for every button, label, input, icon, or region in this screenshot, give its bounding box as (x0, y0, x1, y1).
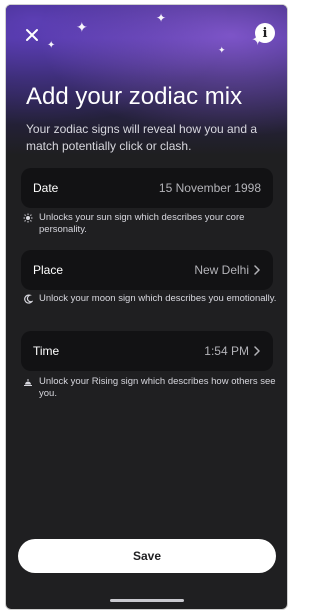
place-value: New Delhi (194, 263, 249, 277)
time-row[interactable]: Time 1:54 PM (21, 331, 273, 371)
sun-sign-note: Unlocks your sun sign which describes yo… (23, 212, 278, 236)
rising-sign-note: Unlock your Rising sign which describes … (23, 376, 278, 400)
page-subtitle: Your zodiac signs will reveal how you an… (26, 122, 258, 153)
place-value-wrap: New Delhi (194, 263, 261, 277)
rising-sign-text: Unlock your Rising sign which describes … (39, 376, 276, 399)
moon-sign-text: Unlock your moon sign which describes yo… (39, 293, 277, 304)
info-icon: i (262, 25, 268, 41)
place-row[interactable]: Place New Delhi (21, 250, 273, 290)
sparkle-icon: ✦ (76, 19, 88, 35)
date-row[interactable]: Date 15 November 1998 (21, 168, 273, 208)
time-value-wrap: 1:54 PM (204, 344, 261, 358)
time-label: Time (33, 344, 60, 358)
sunrise-icon (24, 379, 32, 386)
close-icon (26, 29, 38, 41)
close-button[interactable] (20, 23, 44, 47)
date-label: Date (33, 181, 59, 195)
sun-icon (23, 213, 33, 223)
home-indicator (109, 599, 184, 602)
sparkle-icon: ✦ (218, 45, 226, 55)
info-button[interactable]: i (255, 23, 275, 43)
sun-sign-text: Unlocks your sun sign which describes yo… (39, 212, 245, 235)
page-title: Add your zodiac mix (26, 83, 243, 110)
place-label: Place (33, 263, 64, 277)
time-value: 1:54 PM (204, 344, 249, 358)
moon-sign-note: Unlock your moon sign which describes yo… (23, 293, 278, 305)
sparkle-icon: ✦ (156, 11, 167, 25)
chevron-right-icon (254, 265, 260, 275)
save-button[interactable]: Save (18, 539, 276, 573)
zodiac-mix-screen: ✦ ✦ ✦ ✦ ✦ i Add your zodiac mix Your zod… (5, 4, 288, 610)
date-value: 15 November 1998 (158, 181, 261, 195)
moon-icon (24, 294, 33, 304)
chevron-right-icon (254, 346, 260, 356)
sparkle-icon: ✦ (47, 40, 56, 51)
